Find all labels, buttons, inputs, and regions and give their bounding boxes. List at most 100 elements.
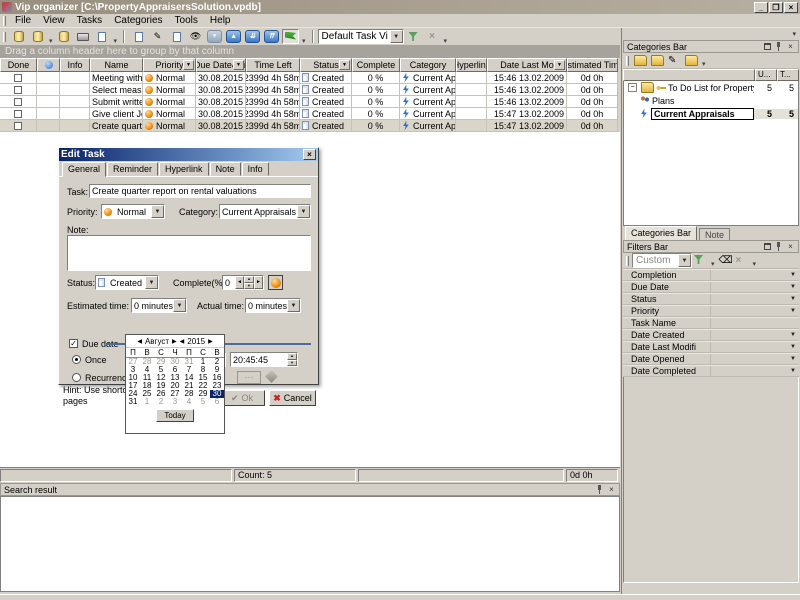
complete-spin-icons[interactable]: ▲▼ [244, 276, 254, 289]
due-date-cell[interactable]: 30.08.2015 [196, 72, 246, 84]
filter-row[interactable]: Date Last Modifi▼ [623, 341, 799, 353]
complete-max-icon[interactable]: ► [254, 276, 263, 289]
status-cell[interactable]: Created [300, 96, 352, 108]
category-cell[interactable]: Current App [400, 96, 456, 108]
edit-task-titlebar[interactable]: Edit Task × [59, 148, 318, 161]
col-header-Priority[interactable]: Priority▼ [143, 58, 196, 72]
status-dropdown-icon[interactable]: ▼ [145, 276, 158, 289]
edit-task-close-button[interactable]: × [303, 149, 316, 160]
name-cell[interactable]: Submit written [90, 96, 143, 108]
col-header-Info[interactable]: Info [60, 58, 90, 72]
clear-view-button[interactable]: × [424, 29, 441, 44]
categories-pin-icon[interactable] [774, 42, 783, 51]
prev-year-icon[interactable]: ◀ [180, 338, 185, 345]
status-cell[interactable]: Created [300, 84, 352, 96]
next-month-icon[interactable]: ▶ [172, 338, 177, 345]
restore-button[interactable]: ❐ [769, 2, 783, 13]
today-button[interactable]: Today [156, 409, 194, 422]
done-checkbox[interactable] [14, 122, 22, 130]
complete-cell[interactable]: 0 % [352, 72, 400, 84]
categories-col-t[interactable]: T... [777, 69, 799, 81]
complete-cell[interactable]: 0 % [352, 96, 400, 108]
new-category-button[interactable] [634, 55, 647, 66]
category-dropdown-icon[interactable]: ▼ [297, 205, 310, 218]
tab-hyperlink[interactable]: Hyperlink [159, 162, 209, 176]
new-task-button[interactable] [130, 29, 147, 44]
calendar-day[interactable]: 5 [196, 398, 210, 406]
calendar-day[interactable]: 2 [154, 398, 168, 406]
category-cell[interactable]: Current App [400, 84, 456, 96]
done-checkbox-cell[interactable] [0, 96, 37, 108]
panel-overflow-icon[interactable]: ▾ [792, 30, 796, 38]
priority-cell[interactable]: Normal [143, 84, 196, 96]
hyperlink-cell[interactable] [456, 96, 487, 108]
calendar-day[interactable]: 6 [210, 398, 224, 406]
priority-cell[interactable]: Normal [143, 120, 196, 132]
estimated-time-combo[interactable]: 0 minutes ▼ [131, 298, 187, 313]
expand-collapse-icon[interactable]: − [628, 83, 637, 92]
done-checkbox[interactable] [14, 98, 22, 106]
categories-overflow-icon[interactable]: ▾ [702, 60, 706, 68]
task-view-dropdown-icon[interactable]: ▼ [390, 30, 403, 43]
filter-row[interactable]: Priority▼ [623, 305, 799, 317]
tab-general[interactable]: General [62, 162, 106, 177]
clear-filter-button[interactable]: ⌫ [719, 255, 732, 266]
actual-dropdown-icon[interactable]: ▼ [287, 299, 300, 312]
col-header-Time Left[interactable]: Time Left [246, 58, 300, 72]
priority-cell[interactable]: Normal [143, 72, 196, 84]
filter-dropdown-icon[interactable]: ▾ [711, 260, 715, 268]
col-header-Complete[interactable]: Complete [352, 58, 400, 72]
move-down-button[interactable]: ▼ [206, 29, 223, 44]
col-filter-icon[interactable]: ▼ [183, 60, 194, 70]
col-header-icon[interactable] [37, 58, 60, 72]
filters-maximize-icon[interactable] [764, 243, 771, 250]
due-date-cell[interactable]: 30.08.2015 [196, 96, 246, 108]
complete-cell[interactable]: 0 % [352, 108, 400, 120]
hyperlink-cell[interactable] [456, 120, 487, 132]
priority-dropdown-icon[interactable]: ▼ [151, 205, 164, 218]
prev-month-icon[interactable]: ◀ [137, 338, 142, 345]
complete-cell[interactable]: 0 % [352, 120, 400, 132]
view-overflow-icon[interactable]: ▾ [444, 37, 448, 45]
col-header-Estimated Time[interactable]: Estimated Time [567, 58, 618, 72]
task-view-combo[interactable]: Default Task Vi ▼ [318, 29, 404, 44]
window-titlebar[interactable]: Vip organizer [C:\PropertyAppraisersSolu… [0, 0, 800, 14]
done-checkbox[interactable] [14, 74, 22, 82]
minimize-button[interactable]: _ [754, 2, 768, 13]
recurrence-radio[interactable] [72, 373, 81, 382]
apply-filter-button[interactable] [694, 255, 707, 266]
close-button[interactable]: × [784, 2, 798, 13]
delete-filter-button[interactable]: × [736, 255, 749, 266]
filter-dropdown-icon[interactable]: ▼ [790, 332, 799, 338]
filter-row[interactable]: Task Name [623, 317, 799, 329]
delete-category-button[interactable] [685, 55, 698, 66]
category-cell[interactable]: Current App [400, 120, 456, 132]
done-checkbox-cell[interactable] [0, 120, 37, 132]
priority-combo[interactable]: Normal ▼ [101, 204, 165, 219]
open-database-button[interactable] [29, 29, 46, 44]
menu-tasks[interactable]: Tasks [71, 14, 109, 27]
filter-preset-combo[interactable]: Custom ▼ [632, 253, 692, 268]
categories-col-name[interactable] [623, 69, 755, 81]
filter-dropdown-icon[interactable]: ▼ [790, 344, 799, 350]
name-cell[interactable]: Give client John [90, 108, 143, 120]
done-checkbox[interactable] [14, 110, 22, 118]
name-cell[interactable]: Create quarter [90, 120, 143, 132]
group-by-bar[interactable]: Drag a column header here to group by th… [0, 45, 620, 58]
name-cell[interactable]: Select measures [90, 84, 143, 96]
status-cell[interactable]: Created [300, 108, 352, 120]
menu-file[interactable]: File [9, 14, 37, 27]
print-button[interactable] [75, 29, 92, 44]
table-row[interactable]: Meeting withNormal30.08.20152399d 4h 58m… [0, 72, 618, 84]
apply-view-button[interactable] [405, 29, 422, 44]
move-top-button[interactable]: ⇈ [263, 29, 280, 44]
hyperlink-cell[interactable] [456, 84, 487, 96]
once-radio[interactable] [72, 355, 81, 364]
table-row[interactable]: Select measuresNormal30.08.20152399d 4h … [0, 84, 618, 96]
panel-tab-note[interactable]: Note [699, 228, 730, 240]
due-date-cell[interactable]: 30.08.2015 [196, 108, 246, 120]
col-header-Status[interactable]: Status▼ [300, 58, 352, 72]
priority-cell[interactable]: Normal [143, 108, 196, 120]
menu-help[interactable]: Help [204, 14, 237, 27]
done-checkbox-cell[interactable] [0, 72, 37, 84]
